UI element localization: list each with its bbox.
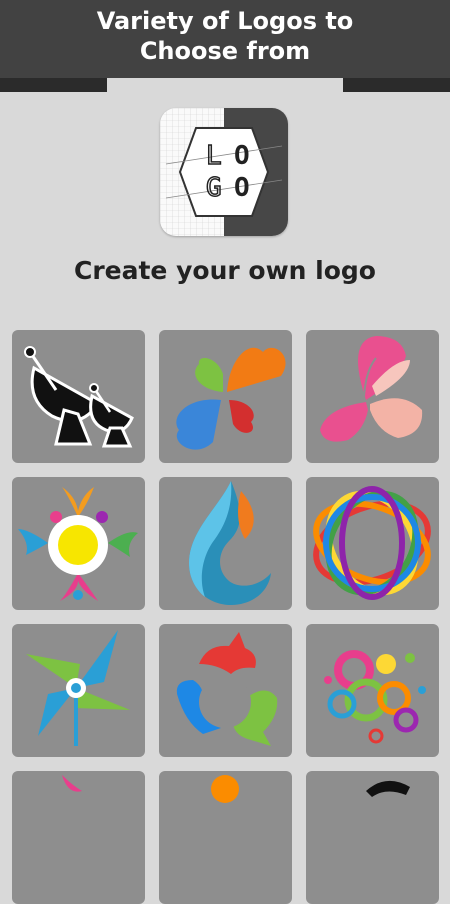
logo-tile-color-circles[interactable] [306, 624, 439, 757]
logo-tile-pinwheel[interactable] [12, 624, 145, 757]
logo-letter-l: L [206, 141, 222, 171]
logo-tile-rainbow-rings[interactable] [306, 477, 439, 610]
logo-letter-o2: O [234, 173, 250, 203]
logo-tile-flame-drop[interactable] [159, 477, 292, 610]
banner-title-line-2: Choose from [139, 37, 311, 65]
logo-tile-hearts-clover[interactable] [159, 330, 292, 463]
banner-title: Variety of Logos to Choose from [0, 6, 450, 66]
logo-tile-row4-3[interactable] [306, 771, 439, 904]
logo-letter-o1: O [234, 141, 250, 171]
logo-tile-satellite-dish[interactable] [12, 330, 145, 463]
logo-letter-g: G [206, 173, 222, 203]
logo-tile-row4-2[interactable] [159, 771, 292, 904]
banner-title-line-1: Variety of Logos to [96, 7, 354, 35]
logo-tile-butterfly[interactable] [306, 330, 439, 463]
page-heading: Create your own logo [73, 256, 376, 285]
logo-tile-row4-1[interactable] [12, 771, 145, 904]
app-logo-icon: L O G O [160, 108, 288, 236]
header-banner: Variety of Logos to Choose from [0, 0, 450, 92]
logo-tile-flower[interactable] [12, 477, 145, 610]
logo-tile-animal-circle[interactable] [159, 624, 292, 757]
